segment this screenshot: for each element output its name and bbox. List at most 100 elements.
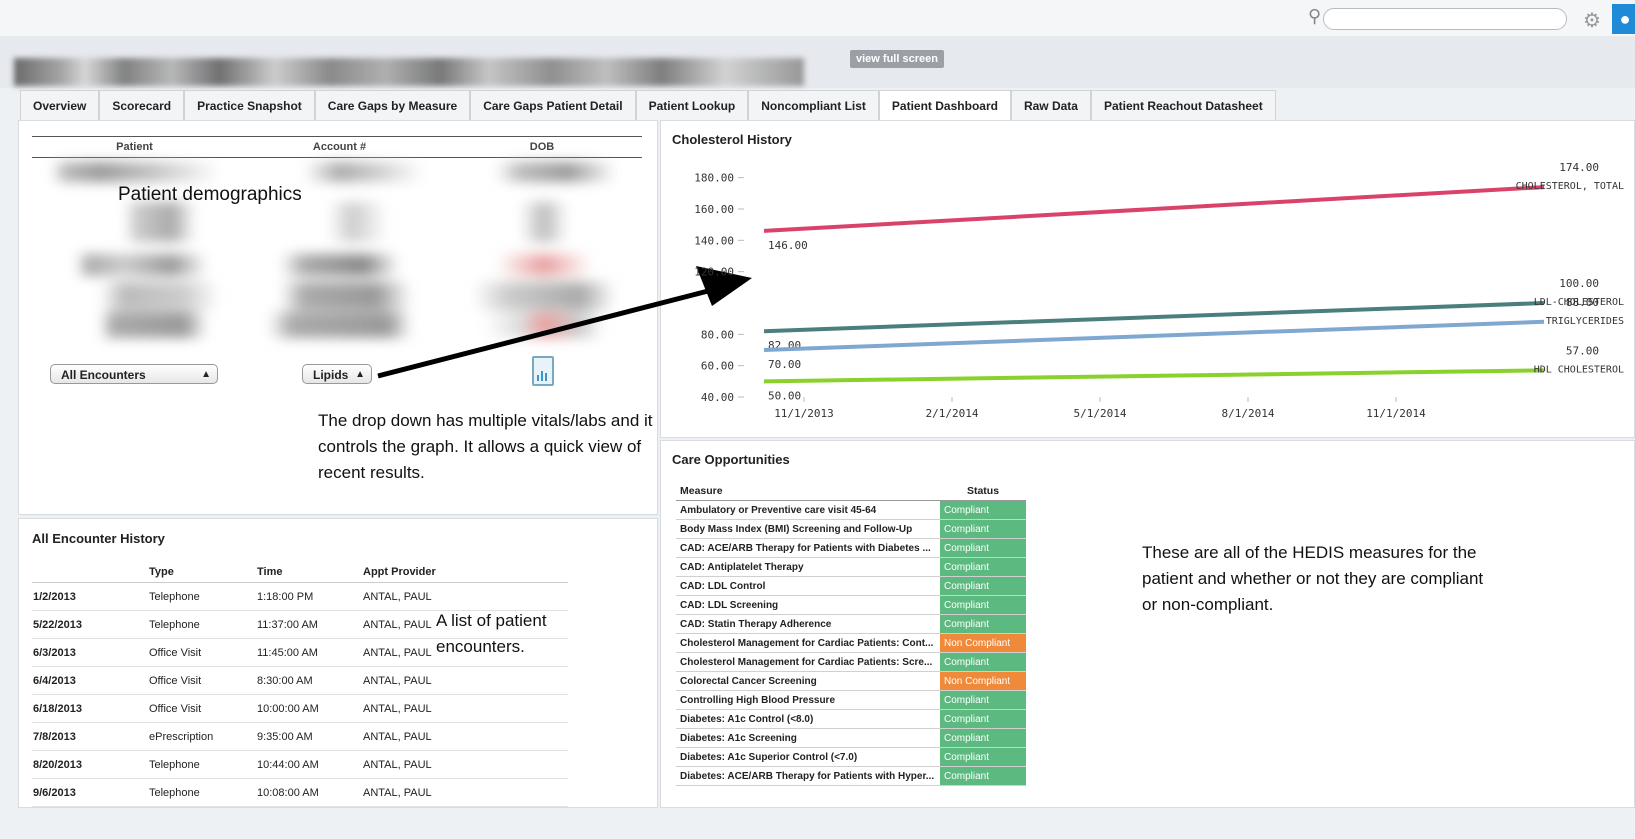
y-tick-label: 80.00 xyxy=(701,328,734,341)
status-badge: Non Compliant xyxy=(940,671,1026,691)
encounter-date-cell: 1/2/2013 xyxy=(32,582,148,611)
encounters-select-value: All Encounters xyxy=(61,368,146,382)
user-icon[interactable]: ● xyxy=(1612,4,1635,34)
encounter-row[interactable]: 6/18/2013 Office Visit 10:00:00 AM ANTAL, P… xyxy=(32,694,568,723)
encounter-type-cell: Telephone xyxy=(148,610,256,639)
series-line xyxy=(763,185,1545,233)
status-badge: Compliant xyxy=(940,557,1026,577)
encounter-row[interactable]: 6/4/2013 Office Visit 8:30:00 AM ANTAL, PAU… xyxy=(32,666,568,695)
encounter-row[interactable]: 7/8/2013 ePrescription 9:35:00 AM ANTAL, PA… xyxy=(32,722,568,751)
encounters-select[interactable]: All Encounters ▲ xyxy=(50,364,218,384)
care-row: CAD: Antiplatelet Therapy Compliant xyxy=(676,557,1026,577)
select-arrows-icon: ▲ xyxy=(355,369,365,380)
tab-overview[interactable]: Overview xyxy=(20,90,100,120)
report-clipboard-icon[interactable] xyxy=(532,356,554,386)
measure-cell: CAD: Antiplatelet Therapy xyxy=(676,557,940,577)
x-tick-label: 5/1/2014 xyxy=(1074,407,1127,420)
search-icon[interactable]: ⚲ xyxy=(1308,6,1321,27)
x-tick-label: 8/1/2014 xyxy=(1222,407,1275,420)
care-row: Ambulatory or Preventive care visit 45-6… xyxy=(676,500,1026,520)
care-row: CAD: ACE/ARB Therapy for Patients with D… xyxy=(676,538,1026,558)
gear-icon[interactable]: ⚙ xyxy=(1583,8,1601,33)
encounter-history-table: Type Time Appt Provider 1/2/2013 Telephon… xyxy=(32,562,568,807)
tab-scorecard[interactable]: Scorecard xyxy=(99,90,185,120)
y-tick-label: 120.00 xyxy=(694,266,734,279)
encounter-row[interactable]: 8/20/2013 Telephone 10:44:00 AM ANTAL, PAUL xyxy=(32,750,568,779)
series-name-label: CHOLESTEROL, TOTAL xyxy=(1516,181,1624,192)
column-account: Account # xyxy=(312,141,367,153)
tab-care-gaps-by-measure[interactable]: Care Gaps by Measure xyxy=(314,90,471,120)
care-row: Diabetes: A1c Superior Control (<7.0) Com… xyxy=(676,747,1026,767)
status-badge: Compliant xyxy=(940,728,1026,748)
care-row: Diabetes: ACE/ARB Therapy for Patients w… xyxy=(676,766,1026,786)
tab-noncompliant-list[interactable]: Noncompliant List xyxy=(748,90,879,120)
encounter-type-cell: Telephone xyxy=(148,778,256,807)
chart-title: Cholesterol History xyxy=(672,132,792,147)
series-start-label: 70.00 xyxy=(768,358,801,371)
encounter-provider-cell: ANTAL, PAUL xyxy=(362,722,568,751)
column-patient: Patient xyxy=(116,141,153,153)
tab-practice-snapshot[interactable]: Practice Snapshot xyxy=(184,90,315,120)
view-full-screen-button[interactable]: view full screen xyxy=(850,50,944,68)
dropdown-annotation: The drop down has multiple vitals/labs a… xyxy=(318,411,653,482)
encounter-time-cell: 10:08:00 AM xyxy=(256,778,362,807)
encounter-time-cell: 8:30:00 AM xyxy=(256,666,362,695)
demographics-header: Patient Account # DOB xyxy=(32,136,642,158)
y-tick-label: 160.00 xyxy=(694,203,734,216)
series-line xyxy=(763,368,1545,384)
status-badge: Compliant xyxy=(940,690,1026,710)
encounter-time-cell: 11:45:00 AM xyxy=(256,638,362,667)
measure-cell: Diabetes: A1c Screening xyxy=(676,728,940,748)
encounter-date-cell: 6/4/2013 xyxy=(32,666,148,695)
encounter-date-cell: 6/3/2013 xyxy=(32,638,148,667)
encounter-date-cell: 5/22/2013 xyxy=(32,610,148,639)
care-row: Diabetes: A1c Screening Compliant xyxy=(676,728,1026,748)
encounter-date-cell: 9/6/2013 xyxy=(32,778,148,807)
measure-cell: CAD: LDL Screening xyxy=(676,595,940,615)
care-row: Diabetes: A1c Control (<8.0) Compliant xyxy=(676,709,1026,729)
measure-cell: CAD: ACE/ARB Therapy for Patients with D… xyxy=(676,538,940,558)
encounter-history-title: All Encounter History xyxy=(32,531,165,546)
encounter-provider-cell: ANTAL, PAUL xyxy=(362,694,568,723)
tab-patient-dashboard[interactable]: Patient Dashboard xyxy=(878,90,1011,120)
encounter-row[interactable]: 9/6/2013 Telephone 10:08:00 AM ANTAL, PAUL xyxy=(32,778,568,807)
hedis-annotation: These are all of the HEDIS measures for … xyxy=(1142,543,1484,614)
series-end-label: 100.00 xyxy=(1559,277,1599,290)
y-tick-label: 60.00 xyxy=(701,360,734,373)
care-opportunities-title: Care Opportunities xyxy=(672,452,790,467)
measure-cell: Body Mass Index (BMI) Screening and Foll… xyxy=(676,519,940,539)
encounter-date-cell: 8/20/2013 xyxy=(32,750,148,779)
encounter-provider-cell: ANTAL, PAUL xyxy=(362,750,568,779)
status-badge: Compliant xyxy=(940,519,1026,539)
encounter-provider-cell: ANTAL, PAUL xyxy=(362,666,568,695)
measure-cell: Cholesterol Management for Cardiac Patie… xyxy=(676,652,940,672)
measure-cell: CAD: LDL Control xyxy=(676,576,940,596)
encounter-type-cell: Office Visit xyxy=(148,666,256,695)
status-badge: Compliant xyxy=(940,576,1026,596)
encounter-type-cell: Office Visit xyxy=(148,694,256,723)
care-row: Colorectal Cancer Screening Non Compliant xyxy=(676,671,1026,691)
series-end-label: 174.00 xyxy=(1559,161,1599,174)
encounter-row[interactable]: 1/2/2013 Telephone 1:18:00 PM ANTAL, PAUL xyxy=(32,582,568,611)
search-input[interactable] xyxy=(1323,8,1567,30)
tab-patient-lookup[interactable]: Patient Lookup xyxy=(635,90,749,120)
x-tick-label: 11/1/2013 xyxy=(774,407,834,420)
metric-select[interactable]: Lipids ▲ xyxy=(302,364,372,384)
y-tick-label: 140.00 xyxy=(694,234,734,247)
measure-cell: Diabetes: A1c Superior Control (<7.0) xyxy=(676,747,940,767)
encounter-time-cell: 11:37:00 AM xyxy=(256,610,362,639)
measure-cell: Controlling High Blood Pressure xyxy=(676,690,940,710)
tab-patient-reachout-datasheet[interactable]: Patient Reachout Datasheet xyxy=(1090,90,1276,120)
encounter-type-cell: Telephone xyxy=(148,582,256,611)
encounter-type-cell: Office Visit xyxy=(148,638,256,667)
measure-cell: Cholesterol Management for Cardiac Patie… xyxy=(676,633,940,653)
care-row: Body Mass Index (BMI) Screening and Foll… xyxy=(676,519,1026,539)
care-row: Controlling High Blood Pressure Compliant xyxy=(676,690,1026,710)
status-badge: Compliant xyxy=(940,747,1026,767)
status-badge: Compliant xyxy=(940,766,1026,786)
care-row: Cholesterol Management for Cardiac Patie… xyxy=(676,633,1026,653)
tab-raw-data[interactable]: Raw Data xyxy=(1010,90,1091,120)
encounter-date-cell: 7/8/2013 xyxy=(32,722,148,751)
status-badge: Compliant xyxy=(940,595,1026,615)
tab-care-gaps-patient-detail[interactable]: Care Gaps Patient Detail xyxy=(470,90,636,120)
